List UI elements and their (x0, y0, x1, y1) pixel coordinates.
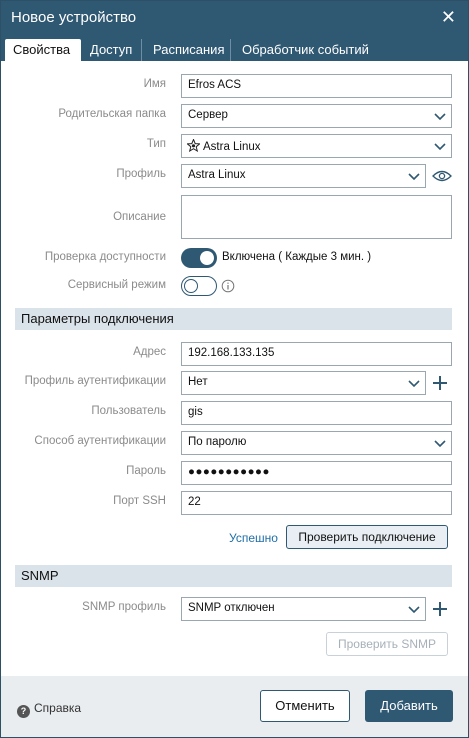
profile-row: Профиль Astra Linux (1, 164, 468, 188)
parent-folder-row: Родительская папка Сервер (1, 104, 468, 128)
add-button[interactable]: Добавить (365, 690, 453, 722)
parent-folder-label: Родительская папка (58, 108, 166, 120)
service-mode-row: Сервисный режим (1, 275, 468, 299)
ssh-port-input[interactable]: 22 (181, 491, 452, 515)
profile-value: Astra Linux (188, 169, 246, 181)
type-label: Тип (146, 138, 166, 150)
dialog-title: Новое устройство (11, 9, 137, 26)
add-auth-profile-icon[interactable] (432, 375, 448, 391)
chevron-down-icon (434, 437, 446, 449)
eye-icon[interactable] (432, 168, 452, 184)
tab-access[interactable]: Доступ (82, 39, 142, 61)
auth-method-row: Способ аутентификации По паролю (1, 431, 468, 455)
user-row: Пользователь gis (1, 401, 468, 425)
snmp-profile-label: SNMP профиль (82, 601, 166, 613)
description-label: Описание (113, 211, 166, 223)
availability-status: Включена ( Каждые 3 мин. ) (222, 251, 372, 263)
tab-event-handler[interactable]: Обработчик событий (234, 39, 379, 61)
auth-profile-label: Профиль аутентификации (24, 375, 166, 387)
auth-method-value: По паролю (188, 436, 247, 448)
help-link[interactable]: ? Справка (17, 701, 81, 718)
ssh-port-label: Порт SSH (113, 495, 166, 507)
close-icon[interactable]: ✕ (441, 7, 456, 27)
availability-row: Проверка доступности Включена ( Каждые 3… (1, 247, 468, 271)
tab-schedules[interactable]: Расписания (145, 39, 231, 61)
astra-star-icon (186, 138, 201, 153)
service-mode-toggle[interactable] (181, 276, 217, 296)
profile-label: Профиль (116, 168, 166, 180)
auth-method-label: Способ аутентификации (34, 435, 166, 447)
description-row: Описание (1, 195, 468, 241)
cancel-button[interactable]: Отменить (260, 690, 350, 722)
address-label: Адрес (133, 346, 166, 358)
chevron-down-icon (434, 110, 446, 122)
ssh-port-row: Порт SSH 22 (1, 491, 468, 515)
help-icon: ? (17, 705, 30, 718)
service-mode-label: Сервисный режим (67, 279, 166, 291)
snmp-profile-value: SNMP отключен (188, 602, 275, 614)
auth-profile-select[interactable]: Нет (181, 371, 426, 395)
user-label: Пользователь (91, 405, 166, 417)
availability-toggle[interactable] (181, 248, 217, 268)
name-label: Имя (143, 78, 166, 90)
snmp-profile-row: SNMP профиль SNMP отключен (1, 597, 468, 621)
add-snmp-profile-icon[interactable] (432, 601, 448, 617)
password-label: Пароль (126, 465, 166, 477)
check-snmp-button[interactable]: Проверить SNMP (326, 632, 448, 656)
chevron-down-icon (408, 603, 420, 615)
snmp-profile-select[interactable]: SNMP отключен (181, 597, 426, 621)
dialog-footer: ? Справка Отменить Добавить (1, 676, 468, 737)
auth-method-select[interactable]: По паролю (181, 431, 452, 455)
name-row: Имя Efros ACS (1, 74, 468, 98)
password-input[interactable]: ●●●●●●●●●●● (181, 461, 452, 485)
toggle-knob (184, 278, 198, 293)
description-textarea[interactable] (181, 195, 452, 239)
chevron-down-icon (408, 170, 420, 182)
parent-folder-value: Сервер (188, 109, 228, 121)
address-row: Адрес 192.168.133.135 (1, 342, 468, 366)
chevron-down-icon (408, 377, 420, 389)
toggle-knob (200, 251, 214, 265)
address-input[interactable]: 192.168.133.135 (181, 342, 452, 366)
tab-properties[interactable]: Свойства (5, 39, 81, 61)
info-icon (221, 279, 235, 293)
chevron-down-icon (434, 140, 446, 152)
title-bar: Новое устройство ✕ (1, 1, 468, 35)
name-input[interactable]: Efros ACS (181, 74, 452, 98)
profile-select[interactable]: Astra Linux (181, 164, 426, 188)
type-row: Тип Astra Linux (1, 134, 468, 158)
parent-folder-select[interactable]: Сервер (181, 104, 452, 128)
section-snmp: SNMP (15, 565, 452, 587)
tab-bar: Свойства Доступ Расписания Обработчик со… (1, 35, 468, 61)
new-device-dialog: Новое устройство ✕ Свойства Доступ Распи… (0, 0, 469, 738)
check-connection-button[interactable]: Проверить подключение (286, 525, 448, 549)
section-connection: Параметры подключения (15, 308, 452, 330)
auth-profile-value: Нет (188, 376, 208, 388)
user-input[interactable]: gis (181, 401, 452, 425)
password-row: Пароль ●●●●●●●●●●● (1, 461, 468, 485)
type-select[interactable]: Astra Linux (181, 134, 452, 158)
help-label: Справка (34, 701, 82, 715)
connection-status: Успешно (229, 531, 278, 545)
availability-label: Проверка доступности (44, 251, 166, 263)
type-value: Astra Linux (203, 141, 261, 153)
auth-profile-row: Профиль аутентификации Нет (1, 371, 468, 395)
